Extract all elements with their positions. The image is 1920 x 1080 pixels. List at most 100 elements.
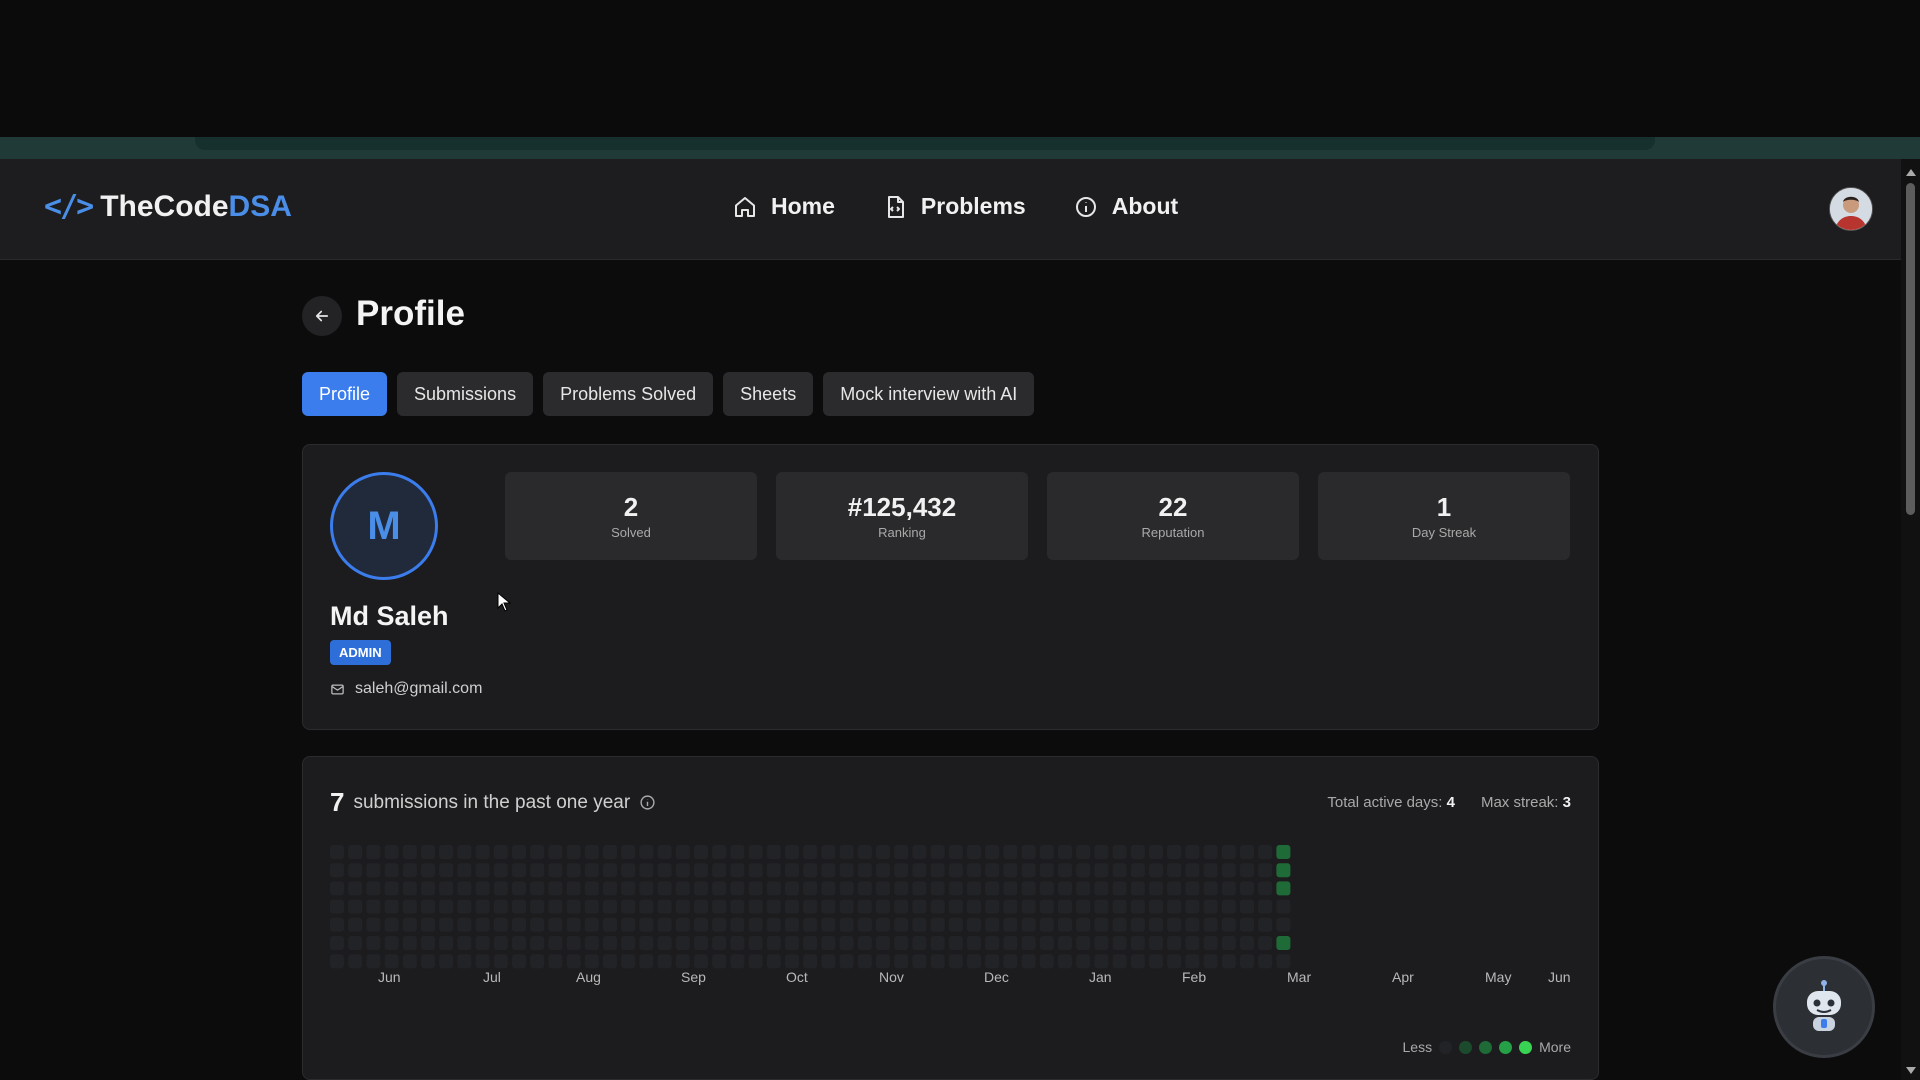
heatmap-day-cell[interactable] [1021, 954, 1036, 969]
heatmap-day-cell[interactable] [1185, 881, 1200, 896]
heatmap-day-cell[interactable] [657, 954, 672, 969]
heatmap-day-cell[interactable] [566, 936, 581, 950]
tab-problems-solved[interactable]: Problems Solved [543, 372, 714, 416]
heatmap-day-cell[interactable] [1021, 899, 1036, 914]
heatmap-day-cell[interactable] [384, 917, 399, 932]
heatmap-day-cell[interactable] [1203, 845, 1218, 859]
heatmap-day-cell[interactable] [566, 954, 581, 969]
heatmap-day-cell[interactable] [839, 936, 854, 950]
heatmap-day-cell[interactable] [821, 936, 836, 950]
heatmap-day-cell[interactable] [639, 936, 654, 950]
heatmap-day-cell[interactable] [603, 917, 617, 932]
heatmap-day-cell[interactable] [712, 917, 727, 932]
heatmap-day-cell[interactable] [457, 936, 472, 950]
heatmap-day-cell[interactable] [402, 936, 417, 950]
heatmap-day-cell[interactable] [384, 845, 399, 859]
heatmap-day-cell[interactable] [621, 917, 636, 932]
heatmap-day-cell[interactable] [457, 863, 472, 878]
heatmap-day-cell[interactable] [1149, 917, 1163, 932]
heatmap-day-cell[interactable] [493, 954, 508, 969]
heatmap-day-cell[interactable] [821, 917, 836, 932]
heatmap-day-cell[interactable] [985, 954, 1000, 969]
heatmap-day-cell[interactable] [1021, 917, 1036, 932]
heatmap-day-cell[interactable] [857, 845, 872, 859]
heatmap-day-cell[interactable] [766, 954, 781, 969]
heatmap-day-cell[interactable] [603, 954, 617, 969]
heatmap-day-cell[interactable] [512, 881, 526, 896]
heatmap-day-cell[interactable] [1276, 954, 1291, 969]
heatmap-day-cell[interactable] [366, 954, 381, 969]
heatmap-day-cell[interactable] [493, 881, 508, 896]
heatmap-day-cell[interactable] [639, 863, 654, 878]
heatmap-day-cell[interactable] [1058, 954, 1072, 969]
nav-problems[interactable]: Problems [883, 193, 1026, 220]
heatmap-day-cell[interactable] [621, 863, 636, 878]
heatmap-day-cell[interactable] [1167, 881, 1182, 896]
heatmap-day-cell[interactable] [675, 917, 690, 932]
heatmap-day-cell[interactable] [1276, 917, 1291, 932]
heatmap-day-cell[interactable] [730, 845, 745, 859]
heatmap-day-cell[interactable] [1058, 881, 1072, 896]
heatmap-day-cell[interactable] [876, 845, 890, 859]
heatmap-day-cell[interactable] [421, 899, 435, 914]
heatmap-day-cell[interactable] [730, 881, 745, 896]
chatbot-button[interactable] [1773, 956, 1875, 1058]
heatmap-day-cell[interactable] [1058, 863, 1072, 878]
heatmap-day-cell[interactable] [566, 881, 581, 896]
heatmap-day-cell[interactable] [1203, 954, 1218, 969]
heatmap-day-cell[interactable] [421, 845, 435, 859]
heatmap-day-cell[interactable] [348, 845, 363, 859]
heatmap-day-cell[interactable] [330, 881, 344, 896]
heatmap-day-cell[interactable] [675, 954, 690, 969]
heatmap-day-cell[interactable] [967, 845, 981, 859]
heatmap-day-cell[interactable] [421, 881, 435, 896]
heatmap-day-cell[interactable] [948, 917, 963, 932]
heatmap-day-cell[interactable] [657, 863, 672, 878]
heatmap-day-cell[interactable] [584, 881, 599, 896]
heatmap-day-cell[interactable] [348, 863, 363, 878]
heatmap-day-cell[interactable] [1203, 917, 1218, 932]
heatmap-day-cell[interactable] [694, 845, 708, 859]
heatmap-day-cell[interactable] [512, 917, 526, 932]
heatmap-day-cell[interactable] [1003, 899, 1018, 914]
heatmap-day-cell[interactable] [402, 845, 417, 859]
heatmap-day-cell[interactable] [894, 881, 909, 896]
heatmap-day-cell[interactable] [1112, 936, 1127, 950]
heatmap-day-cell[interactable] [584, 845, 599, 859]
heatmap-day-cell[interactable] [766, 845, 781, 859]
heatmap-day-cell[interactable] [912, 863, 927, 878]
heatmap-day-cell[interactable] [766, 936, 781, 950]
heatmap-day-cell[interactable] [1003, 954, 1018, 969]
heatmap-day-cell[interactable] [839, 917, 854, 932]
back-button[interactable] [302, 296, 342, 336]
heatmap-day-cell[interactable] [457, 845, 472, 859]
heatmap-day-cell[interactable] [1021, 936, 1036, 950]
heatmap-day-cell[interactable] [1276, 936, 1291, 950]
heatmap-day-cell[interactable] [967, 899, 981, 914]
heatmap-day-cell[interactable] [621, 881, 636, 896]
heatmap-day-cell[interactable] [1058, 899, 1072, 914]
heatmap-day-cell[interactable] [839, 881, 854, 896]
heatmap-day-cell[interactable] [675, 863, 690, 878]
heatmap-day-cell[interactable] [366, 936, 381, 950]
heatmap-day-cell[interactable] [876, 863, 890, 878]
heatmap-day-cell[interactable] [1149, 936, 1163, 950]
heatmap-day-cell[interactable] [366, 917, 381, 932]
heatmap-day-cell[interactable] [493, 899, 508, 914]
heatmap-day-cell[interactable] [1203, 936, 1218, 950]
heatmap-day-cell[interactable] [493, 863, 508, 878]
heatmap-day-cell[interactable] [657, 845, 672, 859]
heatmap-day-cell[interactable] [1076, 845, 1091, 859]
heatmap-day-cell[interactable] [1076, 863, 1091, 878]
heatmap-day-cell[interactable] [530, 899, 545, 914]
heatmap-day-cell[interactable] [766, 917, 781, 932]
heatmap-day-cell[interactable] [439, 845, 454, 859]
heatmap-day-cell[interactable] [566, 917, 581, 932]
heatmap-day-cell[interactable] [912, 899, 927, 914]
heatmap-day-cell[interactable] [912, 954, 927, 969]
heatmap-day-cell[interactable] [857, 954, 872, 969]
heatmap-day-cell[interactable] [657, 917, 672, 932]
heatmap-day-cell[interactable] [948, 881, 963, 896]
heatmap-day-cell[interactable] [421, 917, 435, 932]
scroll-down-arrow-icon[interactable] [1906, 1067, 1916, 1074]
